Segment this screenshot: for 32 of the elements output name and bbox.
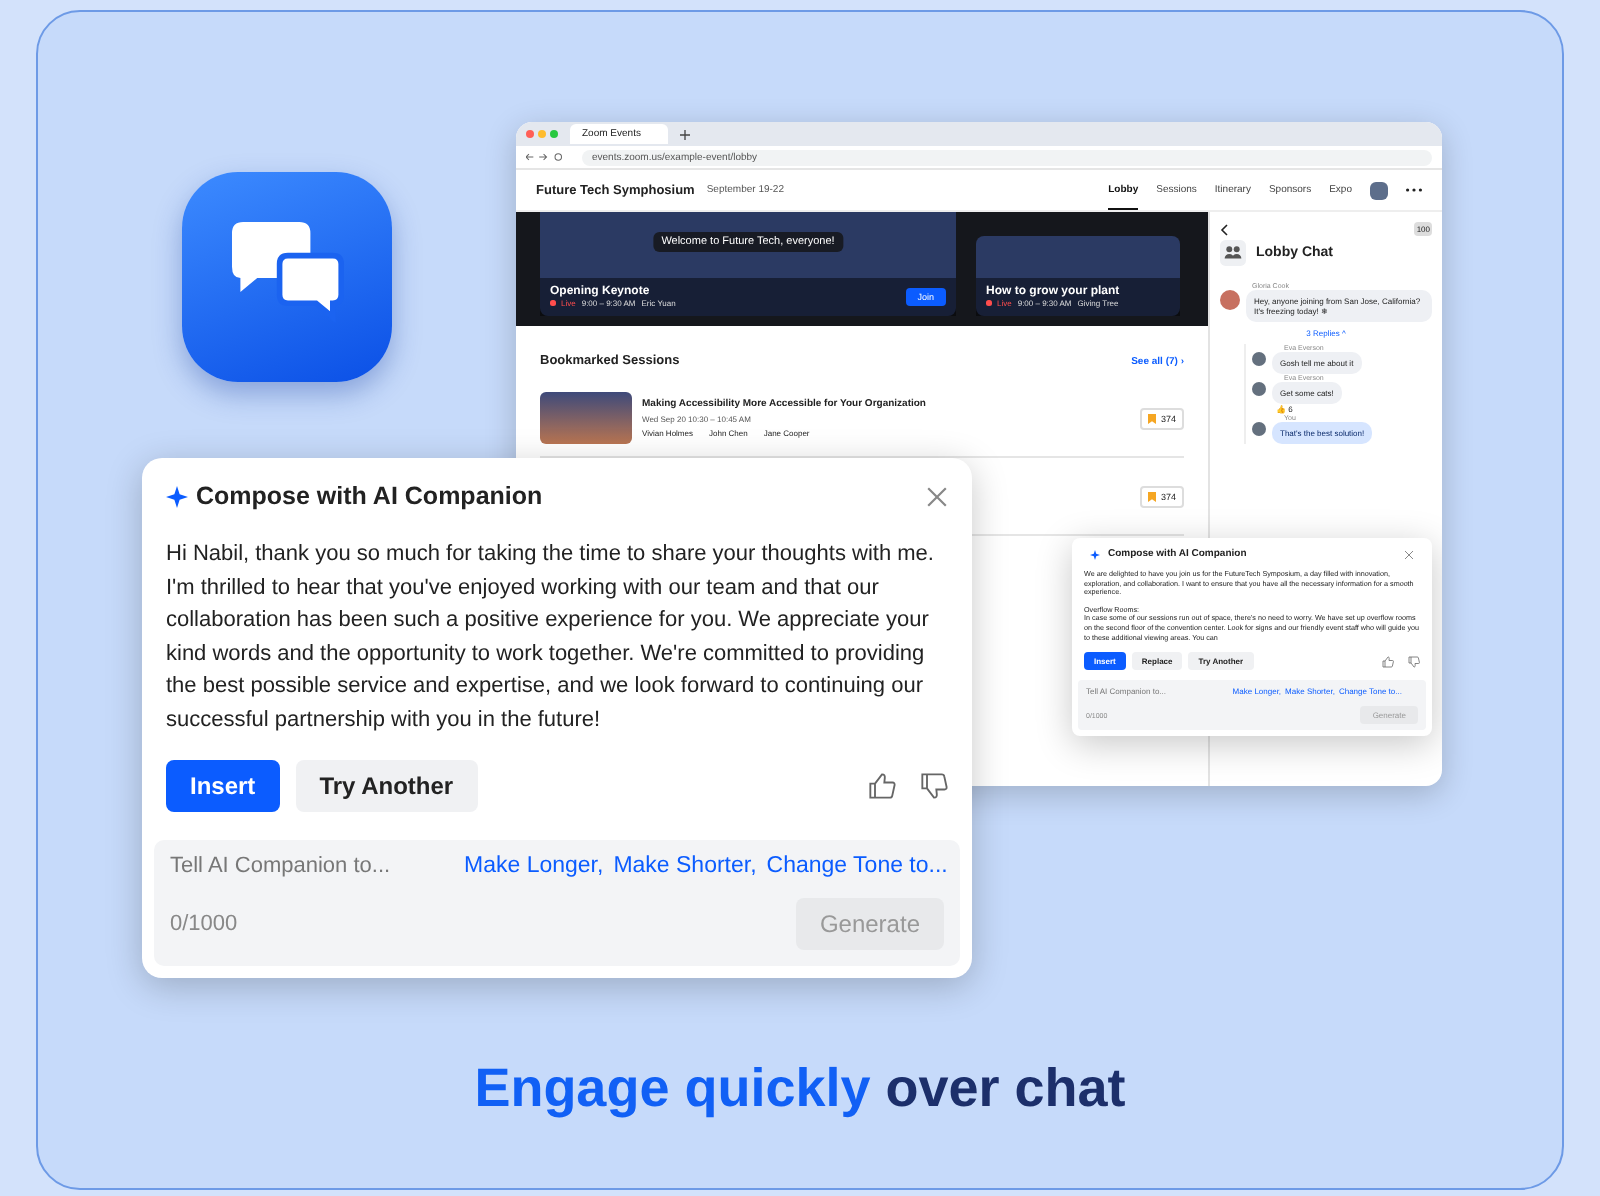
close-icon[interactable] xyxy=(1404,549,1414,559)
bookmark-icon xyxy=(1148,413,1157,423)
photo-placeholder xyxy=(540,392,632,444)
sparkle-icon xyxy=(1090,549,1100,559)
live-dot-icon xyxy=(986,300,991,306)
generated-text: Hi Nabil, thank you so much for taking the time to share your thoughts with me. I'm thrilled to hear that you've enjoyed working with our team and that our collaboration has been such a positive experience for you. We appreciate your kind words and the opportunity to work together. We're committed to providing the best possible service and expertise, and we look forward to continuing our successful partnership with you in the future! xyxy=(166,540,936,735)
character-counter: 0/1000 xyxy=(170,912,238,936)
dialog-title: Compose with AI Companion xyxy=(196,482,545,510)
live-dot-icon xyxy=(550,300,555,306)
action-button[interactable]: Try Another xyxy=(295,760,478,812)
close-icon[interactable] xyxy=(926,485,948,507)
action-button[interactable]: Insert xyxy=(166,760,280,812)
suggestion-link[interactable]: Change Tone to... xyxy=(766,854,948,878)
avatar-icon xyxy=(1220,290,1240,310)
tagline: Engage quickly over chat xyxy=(474,1058,1126,1120)
bookmark-icon xyxy=(1148,491,1157,501)
thumbs-up-icon[interactable] xyxy=(868,772,896,800)
thumbs-down-icon[interactable] xyxy=(1408,655,1420,668)
avatar-icon xyxy=(1252,422,1266,436)
chat-app-icon xyxy=(182,172,392,382)
sparkle-icon xyxy=(166,485,188,507)
avatar-icon xyxy=(1252,352,1266,366)
group-icon xyxy=(1220,240,1246,266)
new-tab-icon[interactable] xyxy=(680,129,691,139)
thumbs-down-icon[interactable] xyxy=(920,772,948,800)
avatar-icon[interactable] xyxy=(1370,181,1388,199)
back-icon[interactable] xyxy=(1220,223,1228,235)
suggestion-link[interactable]: Make Longer, xyxy=(464,854,604,878)
avatar-icon xyxy=(1252,382,1266,396)
thumbs-up-icon[interactable] xyxy=(1382,655,1394,668)
prompt-input[interactable]: Tell AI Companion to... xyxy=(170,854,454,878)
suggestion-link[interactable]: Make Shorter, xyxy=(613,854,757,878)
